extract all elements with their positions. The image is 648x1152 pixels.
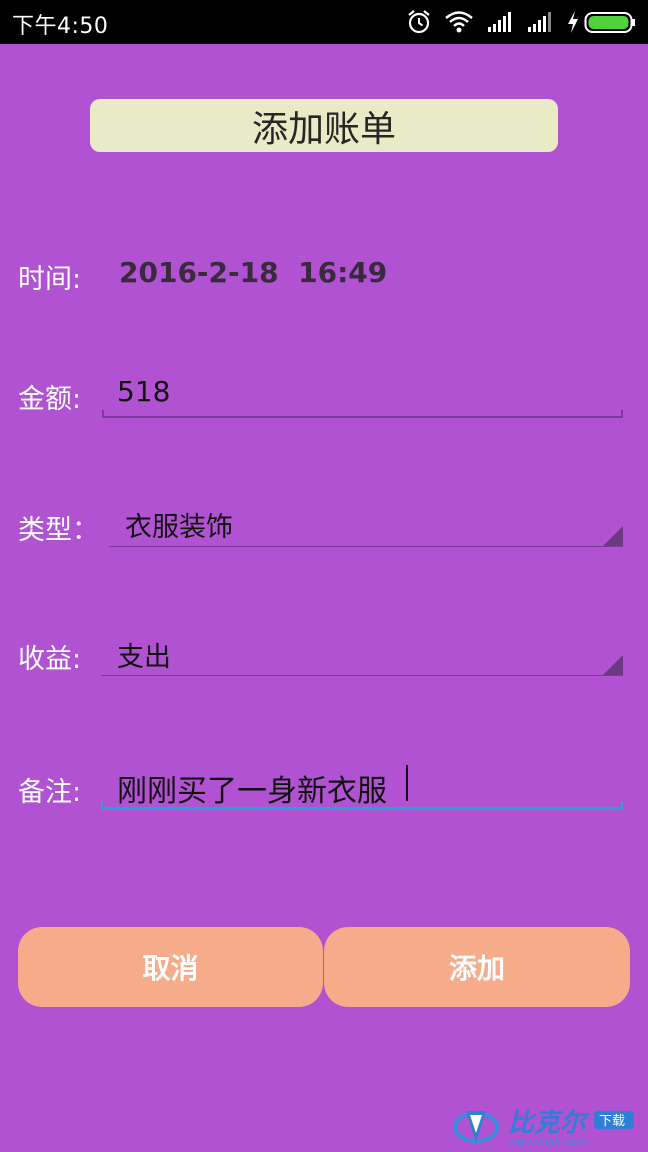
amount-underline-right-edge — [621, 410, 623, 418]
dropdown-arrow-icon — [603, 655, 623, 675]
note-underline — [101, 807, 623, 810]
page-title: 添加账单 — [90, 99, 558, 152]
time-value[interactable]: 2016-2-18 16:49 — [119, 256, 387, 289]
income-underline — [101, 675, 623, 676]
note-value: 刚刚买了一身新衣服 — [117, 774, 387, 809]
watermark-badge: 下载 — [599, 1114, 625, 1129]
type-underline — [109, 546, 623, 547]
dropdown-arrow-icon — [603, 526, 623, 546]
note-underline-left-edge — [101, 801, 103, 809]
signal-icon — [488, 12, 511, 32]
watermark-url: www.bkill.com — [508, 1136, 587, 1149]
charging-icon — [568, 11, 578, 33]
watermark-text: 比克尔 — [508, 1108, 590, 1138]
cancel-button[interactable]: 取消 — [18, 927, 323, 1007]
time-label: 时间: — [18, 264, 82, 295]
type-value: 衣服装饰 — [125, 512, 233, 543]
text-cursor — [406, 765, 408, 801]
income-value: 支出 — [117, 642, 171, 673]
battery-icon — [584, 12, 635, 33]
status-bar: 下午4:50 — [0, 0, 648, 44]
status-icons — [406, 8, 638, 36]
type-label: 类型： — [18, 515, 99, 546]
signal-icon — [528, 12, 551, 32]
note-label: 备注: — [18, 777, 82, 808]
add-button[interactable]: 添加 — [324, 927, 630, 1007]
alarm-icon — [408, 10, 430, 34]
amount-label: 金额: — [18, 384, 82, 415]
watermark-logo: 比克尔 下载 www.bkill.com — [453, 1108, 634, 1149]
status-time: 下午4:50 — [12, 14, 109, 39]
wifi-icon — [445, 11, 473, 33]
amount-value: 518 — [117, 375, 171, 408]
note-underline-right-edge — [621, 801, 623, 809]
income-label: 收益: — [18, 644, 82, 675]
amount-underline-left-edge — [102, 410, 104, 418]
amount-underline — [102, 416, 623, 418]
